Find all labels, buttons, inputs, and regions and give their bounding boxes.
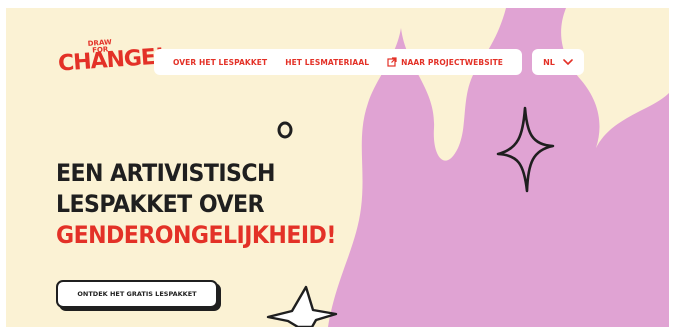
hero-line-1: EEN ARTIVISTISCH: [56, 159, 275, 187]
nav-item-label: OVER HET LESPAKKET: [173, 57, 268, 67]
nav-item-naar-projectwebsite[interactable]: NAAR PROJECTWEBSITE: [378, 57, 512, 67]
hero-line-2: LESPAKKET OVER: [56, 190, 265, 218]
nav-item-over-het-lespakket[interactable]: OVER HET LESPAKKET: [164, 58, 276, 67]
main-nav: OVER HET LESPAKKET HET LESMATERIAAL NAAR…: [154, 49, 523, 75]
nav-item-label: NAAR PROJECTWEBSITE: [401, 57, 504, 67]
chevron-down-icon: [563, 59, 573, 65]
page-canvas: DRAW FOR CHANGE! OVER HET LESPAKKET HET L…: [6, 8, 669, 327]
nav-item-label: HET LESMATERIAAL: [285, 57, 370, 67]
hero-headline: EEN ARTIVISTISCH LESPAKKET OVER GENDERON…: [56, 158, 336, 251]
hero-line-3: GENDERONGELIJKHEID!: [56, 221, 336, 249]
language-selector[interactable]: NL: [532, 49, 584, 75]
circle-doodle: [277, 121, 293, 139]
language-label: NL: [543, 57, 555, 67]
external-link-icon: [387, 57, 397, 67]
nav-item-het-lesmateriaal[interactable]: HET LESMATERIAAL: [276, 58, 378, 67]
star-doodle: [266, 285, 338, 327]
cta-label: ONTDEK HET GRATIS LESPAKKET: [77, 290, 197, 298]
logo[interactable]: DRAW FOR CHANGE!: [57, 38, 165, 78]
discover-lespakket-button[interactable]: ONTDEK HET GRATIS LESPAKKET: [56, 280, 218, 308]
